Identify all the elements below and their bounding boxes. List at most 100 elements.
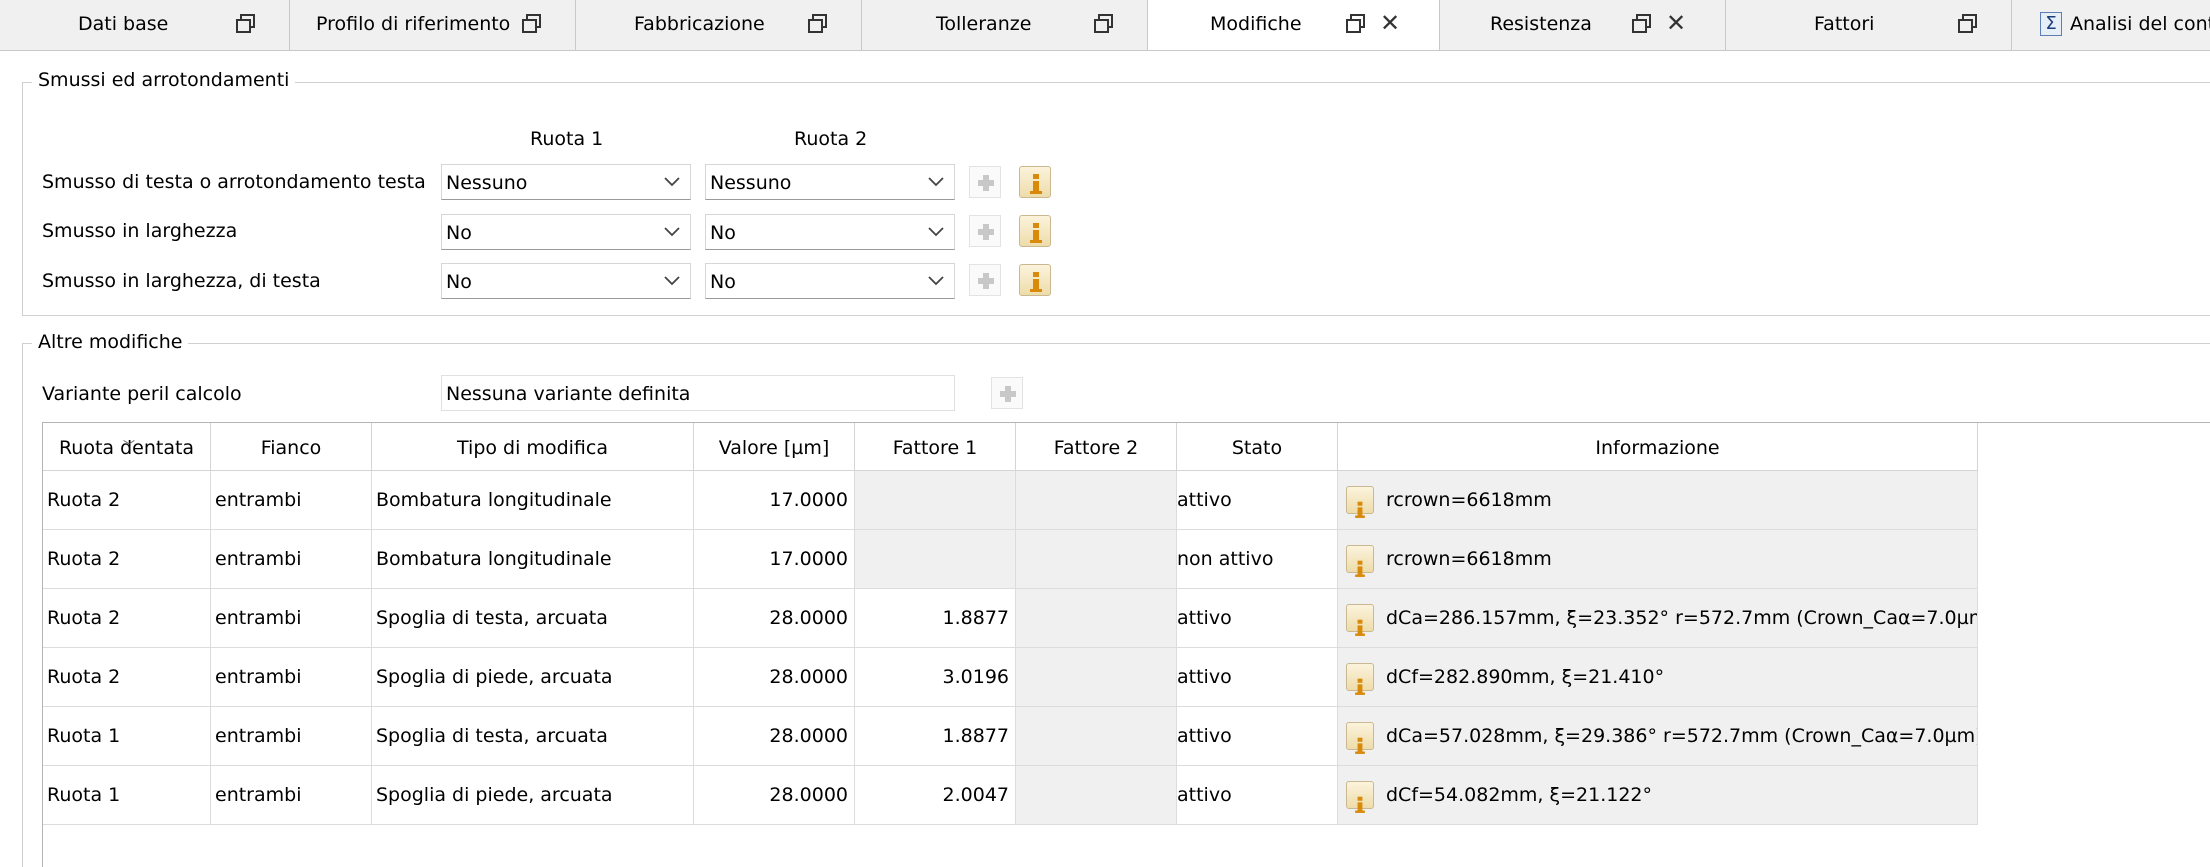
- select-value: No: [446, 222, 472, 244]
- add-button[interactable]: [969, 166, 1001, 198]
- ruota1-smusso-larghezza-testa-select[interactable]: No: [441, 263, 691, 299]
- ruota1-smusso-larghezza-select[interactable]: No: [441, 214, 691, 250]
- other-modifications-title: Altre modifiche: [32, 331, 189, 353]
- plus-icon: [978, 224, 994, 240]
- cell-stato[interactable]: attivo: [1177, 471, 1338, 530]
- cell-valore[interactable]: 28.0000: [694, 766, 855, 825]
- cell-fattore-1[interactable]: 2.0047: [855, 766, 1016, 825]
- header-informazione[interactable]: Informazione: [1338, 423, 1978, 471]
- cell-fianco[interactable]: entrambi: [211, 471, 372, 530]
- info-icon[interactable]: [1346, 781, 1374, 813]
- cell-ruota[interactable]: Ruota 2: [43, 530, 211, 589]
- cell-fianco[interactable]: entrambi: [211, 707, 372, 766]
- info-button[interactable]: [1019, 215, 1051, 247]
- tab-modifiche[interactable]: Modifiche ✕: [1148, 0, 1440, 50]
- header-label: Fattore 2: [1053, 437, 1139, 459]
- tab-dati-base[interactable]: Dati base: [0, 0, 290, 50]
- cell-fattore-2[interactable]: [1016, 589, 1177, 648]
- cell-fianco[interactable]: entrambi: [211, 589, 372, 648]
- header-fattore-1[interactable]: Fattore 1: [855, 423, 1016, 471]
- tab-resistenza[interactable]: Resistenza ✕: [1440, 0, 1726, 50]
- cell-fattore-2[interactable]: [1016, 766, 1177, 825]
- header-ruota-dentata[interactable]: ﹀ Ruota dentata: [43, 423, 211, 471]
- restore-window-icon[interactable]: [520, 12, 544, 36]
- add-variant-button[interactable]: [991, 377, 1023, 409]
- cell-stato[interactable]: attivo: [1177, 707, 1338, 766]
- cell-fattore-2[interactable]: [1016, 471, 1177, 530]
- ruota1-smusso-testa-select[interactable]: Nessuno: [441, 164, 691, 200]
- restore-window-icon[interactable]: [234, 12, 258, 36]
- cell-fattore-1[interactable]: 1.8877: [855, 589, 1016, 648]
- tab-tolleranze[interactable]: Tolleranze: [862, 0, 1148, 50]
- cell-valore[interactable]: 28.0000: [694, 707, 855, 766]
- cell-tipo[interactable]: Bombatura longitudinale: [372, 530, 694, 589]
- restore-window-icon[interactable]: [1092, 12, 1116, 36]
- add-button[interactable]: [969, 215, 1001, 247]
- select-value: No: [446, 271, 472, 293]
- tab-fabbricazione[interactable]: Fabbricazione: [576, 0, 862, 50]
- cell-fianco[interactable]: entrambi: [211, 648, 372, 707]
- cell-stato[interactable]: attivo: [1177, 648, 1338, 707]
- info-icon[interactable]: [1346, 486, 1374, 518]
- cell-fattore-2[interactable]: [1016, 707, 1177, 766]
- cell-tipo[interactable]: Spoglia di piede, arcuata: [372, 648, 694, 707]
- cell-tipo[interactable]: Spoglia di testa, arcuata: [372, 589, 694, 648]
- cell-tipo[interactable]: Bombatura longitudinale: [372, 471, 694, 530]
- cell-fattore-1[interactable]: 3.0196: [855, 648, 1016, 707]
- info-icon[interactable]: [1346, 545, 1374, 577]
- info-icon[interactable]: [1346, 604, 1374, 636]
- tab-profilo-di-riferimento[interactable]: Profilo di riferimento: [290, 0, 576, 50]
- cell-stato[interactable]: attivo: [1177, 589, 1338, 648]
- cell-fattore-2[interactable]: [1016, 648, 1177, 707]
- tab-fattori[interactable]: Fattori: [1726, 0, 2012, 50]
- close-icon[interactable]: ✕: [1666, 10, 1686, 36]
- restore-window-icon[interactable]: [1630, 12, 1654, 36]
- cell-valore[interactable]: 17.0000: [694, 471, 855, 530]
- column-header-ruota-1: Ruota 1: [530, 128, 604, 150]
- plus-icon: [978, 175, 994, 191]
- restore-window-icon[interactable]: [1344, 12, 1368, 36]
- cell-valore[interactable]: 28.0000: [694, 589, 855, 648]
- cell-ruota[interactable]: Ruota 2: [43, 648, 211, 707]
- tab-analisi-del-contatto[interactable]: Σ Analisi del cont: [2012, 0, 2210, 50]
- ruota2-smusso-larghezza-select[interactable]: No: [705, 214, 955, 250]
- cell-fattore-1[interactable]: [855, 471, 1016, 530]
- header-fianco[interactable]: Fianco: [211, 423, 372, 471]
- header-tipo-di-modifica[interactable]: Tipo di modifica: [372, 423, 694, 471]
- cell-tipo[interactable]: Spoglia di testa, arcuata: [372, 707, 694, 766]
- row-label-smusso-larghezza: Smusso in larghezza: [42, 220, 238, 242]
- cell-ruota[interactable]: Ruota 2: [43, 471, 211, 530]
- ruota2-smusso-testa-select[interactable]: Nessuno: [705, 164, 955, 200]
- restore-window-icon[interactable]: [1956, 12, 1980, 36]
- header-valore[interactable]: Valore [µm]: [694, 423, 855, 471]
- cell-ruota[interactable]: Ruota 2: [43, 589, 211, 648]
- cell-fattore-1[interactable]: [855, 530, 1016, 589]
- restore-window-icon[interactable]: [806, 12, 830, 36]
- cell-valore[interactable]: 28.0000: [694, 648, 855, 707]
- tab-label: Fattori: [1814, 13, 1875, 35]
- info-icon[interactable]: [1346, 663, 1374, 695]
- info-icon[interactable]: [1346, 722, 1374, 754]
- cell-stato[interactable]: non attivo: [1177, 530, 1338, 589]
- variant-field[interactable]: Nessuna variante definita: [441, 375, 955, 411]
- cell-fianco[interactable]: entrambi: [211, 766, 372, 825]
- info-button[interactable]: [1019, 264, 1051, 296]
- header-stato[interactable]: Stato: [1177, 423, 1338, 471]
- cell-fattore-1[interactable]: 1.8877: [855, 707, 1016, 766]
- chevron-down-icon: [664, 227, 680, 237]
- cell-tipo[interactable]: Spoglia di piede, arcuata: [372, 766, 694, 825]
- header-fattore-2[interactable]: Fattore 2: [1016, 423, 1177, 471]
- cell-valore[interactable]: 17.0000: [694, 530, 855, 589]
- cell-ruota[interactable]: Ruota 1: [43, 707, 211, 766]
- tab-bar: Dati base Profilo di riferimento Fabbric…: [0, 0, 2210, 51]
- cell-ruota[interactable]: Ruota 1: [43, 766, 211, 825]
- close-icon[interactable]: ✕: [1380, 10, 1400, 36]
- add-button[interactable]: [969, 264, 1001, 296]
- cell-fianco[interactable]: entrambi: [211, 530, 372, 589]
- info-button[interactable]: [1019, 166, 1051, 198]
- ruota2-smusso-larghezza-testa-select[interactable]: No: [705, 263, 955, 299]
- select-value: No: [710, 271, 736, 293]
- cell-stato[interactable]: attivo: [1177, 766, 1338, 825]
- cell-fattore-2[interactable]: [1016, 530, 1177, 589]
- header-label: Fianco: [260, 437, 322, 459]
